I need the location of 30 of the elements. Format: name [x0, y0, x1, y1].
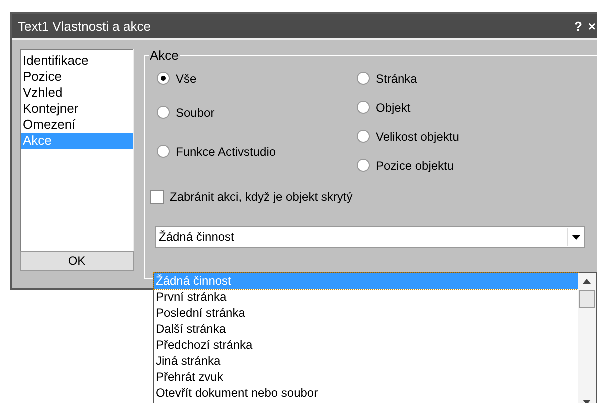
dropdown-option[interactable]: První stránka: [154, 289, 578, 305]
action-dropdown[interactable]: Žádná činnost: [155, 226, 585, 248]
radio-option[interactable]: Stránka: [357, 70, 460, 87]
radio-option[interactable]: Pozice objektu: [357, 157, 460, 174]
dropdown-option[interactable]: Předchozí stránka: [154, 337, 578, 353]
ok-button[interactable]: OK: [20, 251, 134, 271]
category-item[interactable]: Pozice: [21, 69, 133, 85]
category-item[interactable]: Vzhled: [21, 85, 133, 101]
dropdown-option[interactable]: Další stránka: [154, 321, 578, 337]
radio-option[interactable]: Objekt: [357, 99, 460, 116]
checkbox-option[interactable]: Zabránit akci, když je objekt skrytý: [150, 190, 597, 204]
dropdown-option[interactable]: Otevřít dokument nebo soubor: [154, 385, 578, 401]
dropdown-option[interactable]: Poslední stránka: [154, 305, 578, 321]
help-button[interactable]: ?: [572, 18, 584, 34]
dropdown-arrow-icon[interactable]: [567, 228, 584, 246]
window-title: Text1 Vlastnosti a akce: [18, 18, 151, 34]
category-item[interactable]: Kontejner: [21, 101, 133, 117]
radio-option[interactable]: Soubor: [157, 104, 357, 121]
radio-option[interactable]: Velikost objektu: [357, 128, 460, 145]
group-title: Akce: [149, 48, 180, 63]
scrollbar[interactable]: [578, 273, 596, 403]
category-item[interactable]: Omezení: [21, 117, 133, 133]
radio-option[interactable]: Funkce Activstudio: [157, 143, 357, 160]
dropdown-option[interactable]: Jiná stránka: [154, 353, 578, 369]
category-item[interactable]: Identifikace: [21, 53, 133, 69]
scroll-thumb[interactable]: [579, 290, 595, 308]
close-button[interactable]: ×: [586, 18, 597, 34]
radio-option[interactable]: Vše: [157, 70, 357, 87]
scroll-up-icon[interactable]: [583, 279, 591, 284]
dropdown-option[interactable]: Přehrát zvuk: [154, 369, 578, 385]
